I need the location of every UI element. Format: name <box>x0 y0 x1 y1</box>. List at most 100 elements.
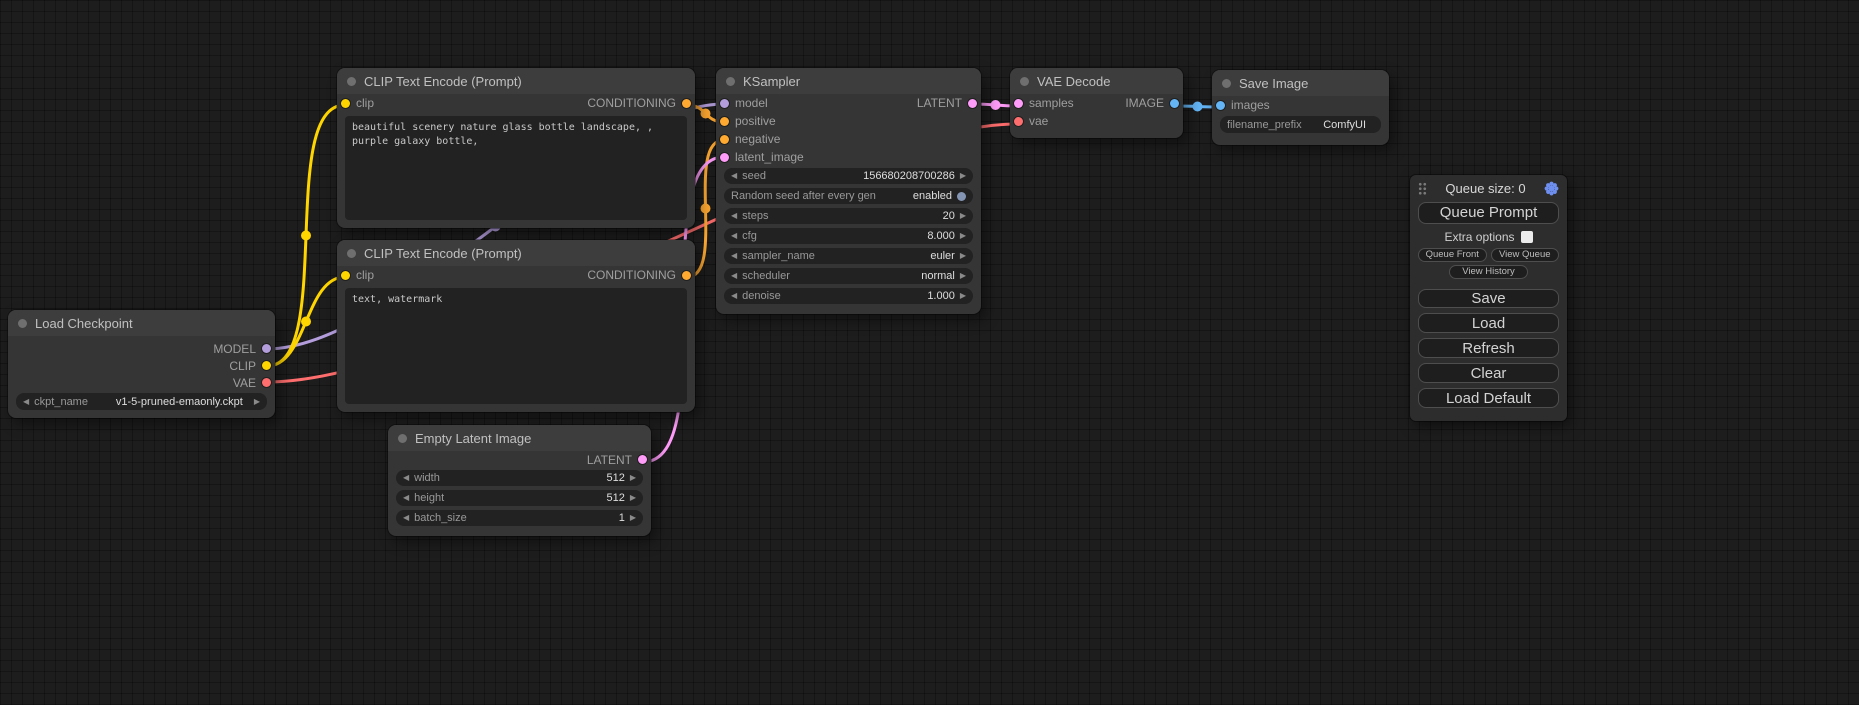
collapse-dot-icon[interactable] <box>726 77 735 86</box>
output-slot-conditioning[interactable]: CONDITIONING <box>587 268 691 282</box>
filename-prefix-widget[interactable]: filename_prefix ComfyUI <box>1220 116 1381 133</box>
height-widget[interactable]: ◀ height 512 ▶ <box>396 490 643 506</box>
latent-image-input-dot[interactable] <box>720 153 729 162</box>
negative-prompt-textarea[interactable]: text, watermark <box>345 288 687 404</box>
steps-widget[interactable]: ◀ steps 20 ▶ <box>724 208 973 224</box>
increment-arrow-icon[interactable]: ▶ <box>630 514 636 522</box>
refresh-button[interactable]: Refresh <box>1418 338 1559 358</box>
prev-value-arrow-icon[interactable]: ◀ <box>731 272 737 280</box>
random-seed-toggle-widget[interactable]: Random seed after every gen enabled <box>724 188 973 204</box>
collapse-dot-icon[interactable] <box>347 249 356 258</box>
load-default-button[interactable]: Load Default <box>1418 388 1559 408</box>
decrement-arrow-icon[interactable]: ◀ <box>731 292 737 300</box>
node-title-bar[interactable]: VAE Decode <box>1010 68 1183 94</box>
toggle-knob-icon[interactable] <box>957 192 966 201</box>
output-slot-latent[interactable]: LATENT <box>587 453 647 467</box>
prev-value-arrow-icon[interactable]: ◀ <box>23 398 29 406</box>
increment-arrow-icon[interactable]: ▶ <box>960 292 966 300</box>
view-queue-button[interactable]: View Queue <box>1491 248 1560 262</box>
clip-input-dot[interactable] <box>341 271 350 280</box>
input-slot-latent-image[interactable]: latent_image <box>720 150 804 164</box>
node-title-bar[interactable]: Load Checkpoint <box>8 310 275 336</box>
node-title-bar[interactable]: CLIP Text Encode (Prompt) <box>337 68 695 94</box>
model-input-dot[interactable] <box>720 99 729 108</box>
decrement-arrow-icon[interactable]: ◀ <box>403 494 409 502</box>
input-slot-clip[interactable]: clip <box>341 268 374 282</box>
collapse-dot-icon[interactable] <box>18 319 27 328</box>
clear-button[interactable]: Clear <box>1418 363 1559 383</box>
node-vae-decode[interactable]: VAE Decode samples IMAGE vae <box>1010 68 1183 138</box>
latent-output-dot[interactable] <box>968 99 977 108</box>
increment-arrow-icon[interactable]: ▶ <box>960 172 966 180</box>
cfg-widget[interactable]: ◀ cfg 8.000 ▶ <box>724 228 973 244</box>
increment-arrow-icon[interactable]: ▶ <box>630 474 636 482</box>
batch-size-widget[interactable]: ◀ batch_size 1 ▶ <box>396 510 643 526</box>
collapse-dot-icon[interactable] <box>1222 79 1231 88</box>
drag-handle-icon[interactable] <box>1418 182 1427 195</box>
increment-arrow-icon[interactable]: ▶ <box>960 232 966 240</box>
collapse-dot-icon[interactable] <box>1020 77 1029 86</box>
node-load-checkpoint[interactable]: Load Checkpoint MODEL CLIP VAE ◀ ckpt_na… <box>8 310 275 418</box>
negative-input-dot[interactable] <box>720 135 729 144</box>
output-slot-latent[interactable]: LATENT <box>917 96 977 110</box>
clip-output-dot[interactable] <box>262 361 271 370</box>
prev-value-arrow-icon[interactable]: ◀ <box>731 252 737 260</box>
output-slot-clip[interactable]: CLIP <box>229 359 271 373</box>
increment-arrow-icon[interactable]: ▶ <box>960 212 966 220</box>
conditioning-output-dot[interactable] <box>682 271 691 280</box>
node-save-image[interactable]: Save Image images filename_prefix ComfyU… <box>1212 70 1389 145</box>
load-button[interactable]: Load <box>1418 313 1559 333</box>
vae-output-dot[interactable] <box>262 378 271 387</box>
node-title-bar[interactable]: Save Image <box>1212 70 1389 96</box>
input-slot-clip[interactable]: clip <box>341 96 374 110</box>
node-ksampler[interactable]: KSampler model LATENT positive negative <box>716 68 981 314</box>
next-value-arrow-icon[interactable]: ▶ <box>960 252 966 260</box>
conditioning-output-dot[interactable] <box>682 99 691 108</box>
ckpt-name-widget[interactable]: ◀ ckpt_name v1-5-pruned-emaonly.ckpt ▶ <box>16 393 267 410</box>
model-output-dot[interactable] <box>262 344 271 353</box>
decrement-arrow-icon[interactable]: ◀ <box>403 474 409 482</box>
images-input-dot[interactable] <box>1216 101 1225 110</box>
save-button[interactable]: Save <box>1418 289 1559 309</box>
output-slot-vae[interactable]: VAE <box>233 376 271 390</box>
samples-input-dot[interactable] <box>1014 99 1023 108</box>
queue-prompt-button[interactable]: Queue Prompt <box>1418 202 1559 224</box>
width-widget[interactable]: ◀ width 512 ▶ <box>396 470 643 486</box>
denoise-widget[interactable]: ◀ denoise 1.000 ▶ <box>724 288 973 304</box>
collapse-dot-icon[interactable] <box>398 434 407 443</box>
sampler-name-widget[interactable]: ◀ sampler_name euler ▶ <box>724 248 973 264</box>
input-slot-model[interactable]: model <box>720 96 768 110</box>
node-empty-latent-image[interactable]: Empty Latent Image LATENT ◀ width 512 ▶ … <box>388 425 651 536</box>
next-value-arrow-icon[interactable]: ▶ <box>960 272 966 280</box>
queue-menu-panel[interactable]: Queue size: 0 Queue Prompt Extra options… <box>1410 175 1567 421</box>
extra-options-checkbox[interactable] <box>1521 231 1533 243</box>
input-slot-samples[interactable]: samples <box>1014 96 1074 110</box>
decrement-arrow-icon[interactable]: ◀ <box>403 514 409 522</box>
latent-output-dot[interactable] <box>638 455 647 464</box>
scheduler-widget[interactable]: ◀ scheduler normal ▶ <box>724 268 973 284</box>
input-slot-vae[interactable]: vae <box>1014 114 1048 128</box>
positive-prompt-textarea[interactable]: beautiful scenery nature glass bottle la… <box>345 116 687 220</box>
positive-input-dot[interactable] <box>720 117 729 126</box>
input-slot-images[interactable]: images <box>1216 98 1270 112</box>
output-slot-conditioning[interactable]: CONDITIONING <box>587 96 691 110</box>
input-slot-negative[interactable]: negative <box>720 132 780 146</box>
input-slot-positive[interactable]: positive <box>720 114 776 128</box>
clip-input-dot[interactable] <box>341 99 350 108</box>
view-history-button[interactable]: View History <box>1449 265 1528 279</box>
collapse-dot-icon[interactable] <box>347 77 356 86</box>
output-slot-model[interactable]: MODEL <box>213 342 271 356</box>
node-title-bar[interactable]: CLIP Text Encode (Prompt) <box>337 240 695 266</box>
queue-front-button[interactable]: Queue Front <box>1418 248 1487 262</box>
node-title-bar[interactable]: KSampler <box>716 68 981 94</box>
settings-gear-icon[interactable] <box>1544 181 1559 196</box>
decrement-arrow-icon[interactable]: ◀ <box>731 232 737 240</box>
node-clip-text-encode-negative[interactable]: CLIP Text Encode (Prompt) clip CONDITION… <box>337 240 695 412</box>
seed-widget[interactable]: ◀ seed 156680208700286 ▶ <box>724 168 973 184</box>
increment-arrow-icon[interactable]: ▶ <box>630 494 636 502</box>
image-output-dot[interactable] <box>1170 99 1179 108</box>
node-title-bar[interactable]: Empty Latent Image <box>388 425 651 451</box>
decrement-arrow-icon[interactable]: ◀ <box>731 172 737 180</box>
output-slot-image[interactable]: IMAGE <box>1125 96 1179 110</box>
decrement-arrow-icon[interactable]: ◀ <box>731 212 737 220</box>
